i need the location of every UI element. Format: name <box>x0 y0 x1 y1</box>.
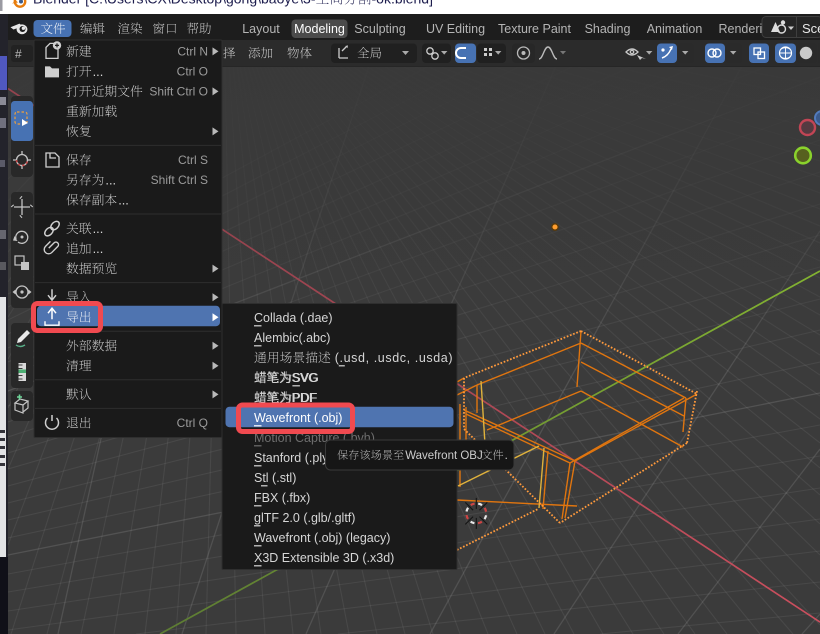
svg-text:...: ... <box>93 64 104 79</box>
svg-text:Texture Paint: Texture Paint <box>498 22 571 36</box>
svg-text:Stanford (.ply): Stanford (.ply) <box>254 451 333 465</box>
svg-text:...: ... <box>93 241 104 256</box>
svg-text:Layout: Layout <box>242 22 280 36</box>
svg-text:#: # <box>15 47 22 61</box>
svg-text:Shift Ctrl S: Shift Ctrl S <box>151 173 208 187</box>
svg-text:(.usd, .usdc, .usda): (.usd, .usdc, .usda) <box>335 351 453 365</box>
svg-text:Animation: Animation <box>647 22 703 36</box>
svg-text:Blender [C:\Users\CX\Desktop: Blender [C:\Users\CX\Desktop\gong\baoye\… <box>33 0 316 7</box>
svg-text:FBX (.fbx): FBX (.fbx) <box>254 491 310 505</box>
svg-text:Wavefront OBJ: Wavefront OBJ <box>405 450 483 462</box>
svg-text:Sce: Sce <box>802 21 820 36</box>
svg-text:Ctrl Q: Ctrl Q <box>177 416 208 430</box>
svg-text:Ctrl O: Ctrl O <box>177 64 208 78</box>
svg-text:Sculpting: Sculpting <box>354 22 405 36</box>
svg-text:Wavefront (.obj) (legacy): Wavefront (.obj) (legacy) <box>254 531 390 545</box>
svg-text:Collada (.dae): Collada (.dae) <box>254 311 333 325</box>
svg-text:Ctrl N: Ctrl N <box>177 44 208 58</box>
svg-text:.: . <box>505 450 508 462</box>
svg-text:Modeling: Modeling <box>294 22 345 36</box>
svg-text:Ctrl S: Ctrl S <box>178 153 208 167</box>
svg-text:...: ... <box>93 221 104 236</box>
svg-text:Wavefront (.obj): Wavefront (.obj) <box>254 411 342 425</box>
svg-text:Alembic(.abc): Alembic(.abc) <box>254 331 330 345</box>
svg-text:glTF 2.0 (.glb/.gltf): glTF 2.0 (.glb/.gltf) <box>254 511 355 525</box>
svg-text:SVG: SVG <box>292 371 318 385</box>
svg-text:UV Editing: UV Editing <box>426 22 485 36</box>
svg-text:...: ... <box>105 173 116 188</box>
svg-text:Shading: Shading <box>585 22 631 36</box>
svg-text:X3D Extensible 3D (.x3d): X3D Extensible 3D (.x3d) <box>254 551 394 565</box>
svg-text:Shift Ctrl O: Shift Ctrl O <box>149 84 208 98</box>
svg-text:Stl (.stl): Stl (.stl) <box>254 471 296 485</box>
svg-text:...: ... <box>118 193 129 208</box>
svg-text:Renderi: Renderi <box>719 22 763 36</box>
svg-text:-ok.blend]: -ok.blend] <box>372 0 433 7</box>
